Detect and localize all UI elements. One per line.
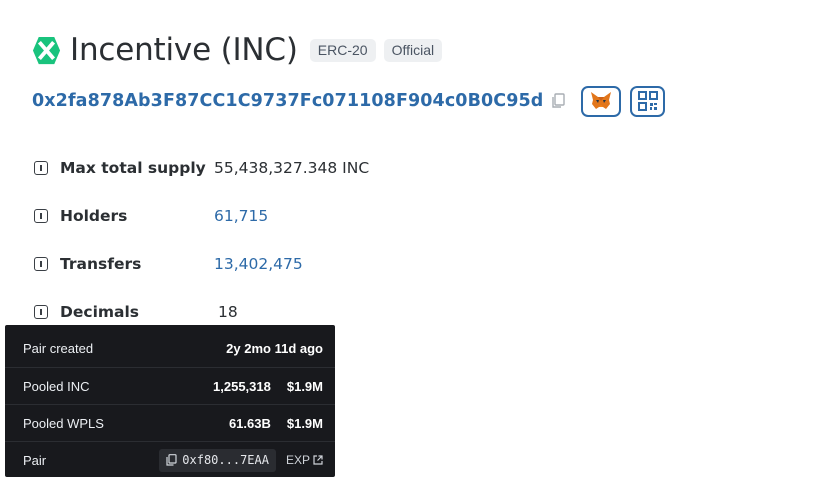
pooled-inc-usd: $1.9M	[286, 378, 323, 394]
property-label: Decimals	[60, 303, 140, 321]
info-icon[interactable]	[34, 305, 48, 319]
property-row-transfers: Transfers 13,402,475	[34, 240, 434, 288]
qr-code-icon	[637, 91, 658, 111]
info-icon[interactable]	[34, 209, 48, 223]
contract-address-row: 0x2fa878Ab3F87CC1C9737Fc071108F904c0B0C9…	[32, 85, 666, 117]
token-standard-badge: ERC-20	[309, 38, 376, 62]
incentive-logo-icon	[32, 36, 61, 64]
pair-address: 0xf80...7EAA	[182, 453, 269, 467]
explorer-label: EXP	[285, 453, 310, 467]
pooled-wpls-row: Pooled WPLS 61.63B $1.9M	[5, 404, 335, 441]
metamask-fox-icon	[591, 92, 612, 109]
external-link-icon	[313, 455, 323, 465]
holders-link[interactable]: 61,715	[214, 207, 268, 225]
info-icon[interactable]	[34, 257, 48, 271]
page-title: Incentive (INC)	[70, 32, 298, 68]
pair-created-value: 2y 2mo 11d ago	[226, 341, 323, 356]
info-icon[interactable]	[34, 161, 48, 175]
pooled-inc-row: Pooled INC 1,255,318 $1.9M	[5, 367, 335, 404]
property-label: Holders	[60, 207, 128, 225]
token-header: Incentive (INC) ERC-20 Official	[31, 30, 443, 70]
pooled-inc-label: Pooled INC	[23, 378, 90, 394]
property-row-max-supply: Max total supply 55,438,327.348 INC	[34, 144, 434, 192]
explorer-link[interactable]: EXP	[286, 453, 323, 467]
official-badge: Official	[383, 38, 443, 62]
pooled-wpls-label: Pooled WPLS	[23, 415, 104, 431]
pair-info-tooltip: Pair created 2y 2mo 11d ago Pooled INC 1…	[5, 325, 335, 477]
token-properties: Max total supply 55,438,327.348 INC Hold…	[34, 144, 434, 336]
pooled-inc-amount: 1,255,318	[213, 378, 271, 394]
contract-address-link[interactable]: 0x2fa878Ab3F87CC1C9737Fc071108F904c0B0C9…	[32, 91, 543, 111]
transfers-link[interactable]: 13,402,475	[214, 255, 303, 273]
property-row-holders: Holders 61,715	[34, 192, 434, 240]
pair-row: Pair 0xf80...7EAA EXP	[5, 441, 335, 478]
decimals-value: 18	[218, 303, 238, 321]
copy-icon[interactable]	[551, 93, 566, 109]
pair-label: Pair	[23, 452, 47, 468]
pair-address-chip[interactable]: 0xf80...7EAA	[159, 448, 276, 472]
max-supply-value: 55,438,327.348 INC	[214, 159, 370, 177]
property-label: Transfers	[60, 255, 142, 273]
pooled-wpls-usd: $1.9M	[286, 415, 323, 431]
qr-code-button[interactable]	[630, 85, 666, 117]
copy-icon	[166, 454, 177, 466]
pair-created-row: Pair created 2y 2mo 11d ago	[5, 330, 335, 367]
pair-created-label: Pair created	[23, 341, 94, 356]
pooled-wpls-amount: 61.63B	[228, 415, 271, 431]
property-label: Max total supply	[60, 159, 206, 177]
metamask-add-button[interactable]	[581, 85, 622, 117]
